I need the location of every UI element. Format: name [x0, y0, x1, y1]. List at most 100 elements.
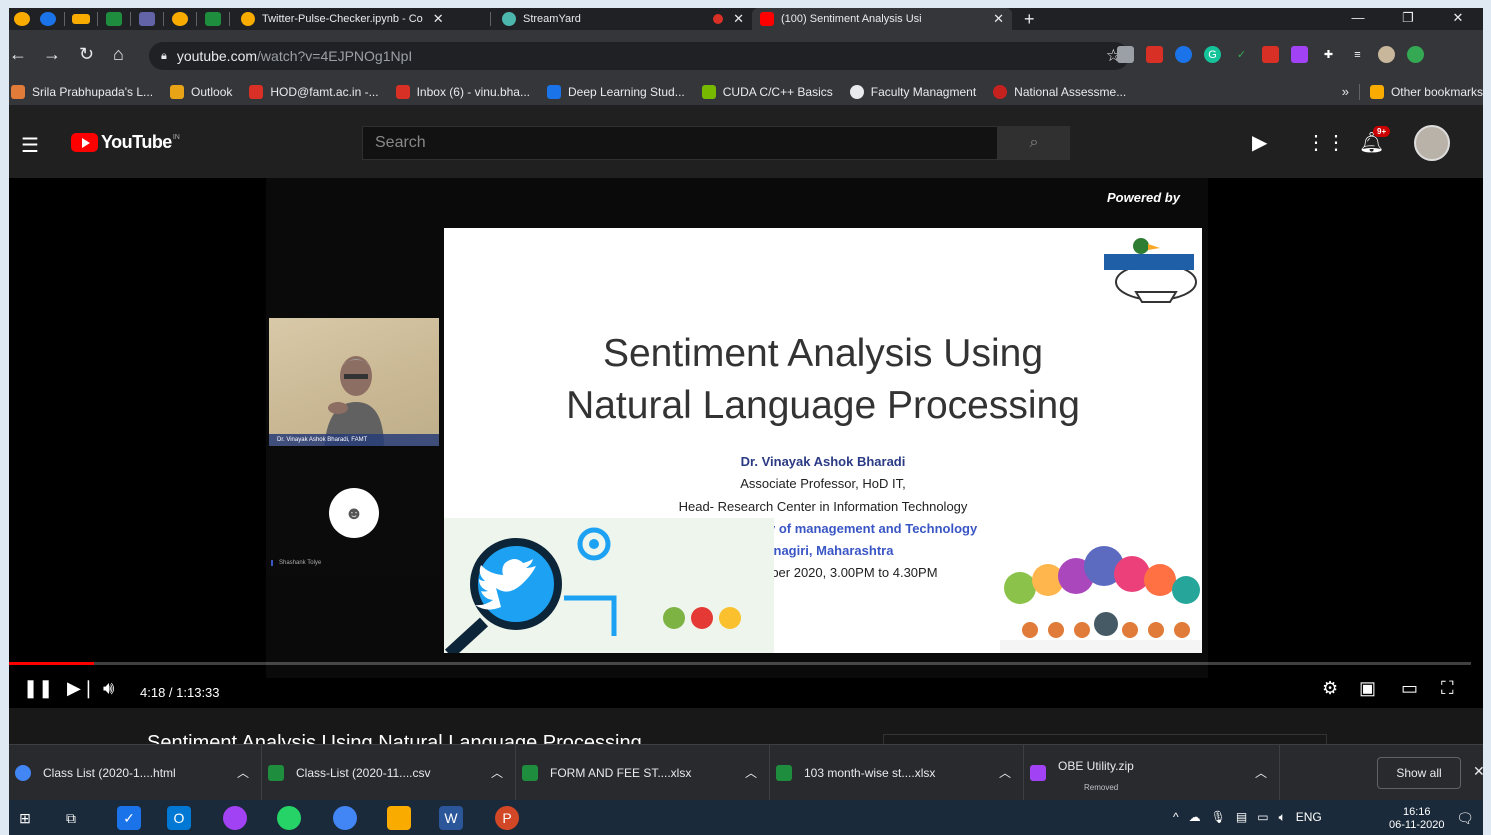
word-app-icon[interactable]: W — [439, 806, 463, 830]
close-icon[interactable]: ✕ — [433, 11, 444, 27]
pinned-tab-emoji[interactable] — [9, 8, 35, 30]
pinned-tab-emoji-2[interactable] — [167, 8, 193, 30]
tab-youtube[interactable]: (100) Sentiment Analysis Usi ✕ — [752, 8, 1012, 30]
task-view-icon[interactable]: ⧉ — [59, 806, 83, 830]
whatsapp-app-icon[interactable] — [277, 806, 301, 830]
volume-icon[interactable]: 🔊︎ — [103, 678, 114, 699]
bookmark-item[interactable]: Outlook — [170, 84, 232, 99]
tab-colab-notebook[interactable]: Twitter-Pulse-Checker.ipynb - Co ✕ — [233, 8, 487, 30]
minimize-icon[interactable]: — — [1333, 8, 1383, 30]
microphone-icon[interactable]: 🎙︎ — [1211, 810, 1226, 825]
next-video-icon[interactable]: ▶︎❘ — [67, 678, 96, 699]
extension-icon[interactable] — [1175, 46, 1192, 63]
download-item[interactable]: OBE Utility.zip Removed ︿ — [1024, 744, 1280, 801]
chevron-up-icon[interactable]: ︿ — [745, 764, 757, 781]
search-button[interactable]: ⌕ — [998, 126, 1070, 160]
menu-icon[interactable]: ☰ — [21, 133, 39, 158]
bookmark-label: Srila Prabhupada's L... — [32, 84, 154, 99]
bookmark-item[interactable]: Srila Prabhupada's L... — [11, 84, 154, 99]
other-bookmarks[interactable]: Other bookmarks — [1369, 84, 1483, 99]
pinned-tab-sheets-2[interactable] — [200, 8, 226, 30]
powerpoint-app-icon[interactable]: P — [495, 806, 519, 830]
video-player[interactable]: Powered by Sentiment Analysis Using Natu… — [9, 178, 1483, 708]
extension-icon[interactable] — [1146, 46, 1163, 63]
create-video-icon[interactable]: ▶︎ — [1252, 130, 1267, 155]
windows-start-icon[interactable]: ⊞ — [13, 806, 37, 830]
firefox-app-icon[interactable] — [223, 806, 247, 830]
reading-list-icon[interactable]: ≡ — [1349, 46, 1366, 63]
speaker-icon[interactable]: 🔈︎ — [1279, 810, 1286, 825]
tab-streamyard[interactable]: StreamYard ✕ — [494, 8, 752, 30]
show-all-button[interactable]: Show all — [1377, 757, 1461, 789]
presentation-slide: Sentiment Analysis Using Natural Languag… — [444, 228, 1202, 653]
presenter-video-image — [324, 356, 384, 446]
apps-grid-icon[interactable]: ⋮⋮ — [1306, 130, 1346, 155]
outlook-app-icon[interactable]: O — [167, 806, 191, 830]
bookmark-item[interactable]: National Assessme... — [993, 84, 1126, 99]
bookmark-item[interactable]: CUDA C/C++ Basics — [701, 84, 833, 99]
pinned-tab-teams[interactable] — [134, 8, 160, 30]
file-explorer-icon[interactable] — [387, 806, 411, 830]
network-icon[interactable]: ▤ — [1236, 810, 1247, 825]
profile-avatar-icon[interactable] — [1378, 46, 1395, 63]
theater-mode-icon[interactable]: ▭ — [1401, 678, 1418, 699]
globe-icon — [849, 84, 864, 99]
youtube-wordmark: YouTube — [101, 132, 172, 152]
bookmarks-overflow-button[interactable]: » — [1342, 84, 1349, 99]
bookmark-item[interactable]: Deep Learning Stud... — [546, 84, 685, 99]
extension-icon[interactable] — [1407, 46, 1424, 63]
youtube-logo[interactable]: YouTube IN — [71, 132, 180, 153]
avatar[interactable] — [1414, 125, 1450, 161]
download-item[interactable]: Class List (2020-1....html ︿ — [9, 744, 262, 801]
clock[interactable]: 16:16 06-11-2020 — [1389, 806, 1444, 832]
bookmark-item[interactable]: Inbox (6) - vinu.bha... — [395, 84, 530, 99]
close-icon[interactable]: ✕ — [733, 11, 744, 27]
download-item[interactable]: Class-List (2020-11....csv ︿ — [262, 744, 516, 801]
bookmark-item[interactable]: HOD@famt.ac.in -... — [249, 84, 379, 99]
settings-gear-icon[interactable]: ⚙ — [1322, 678, 1338, 699]
chevron-up-icon[interactable]: ^ — [1173, 810, 1179, 825]
extension-icon[interactable] — [1262, 46, 1279, 63]
restore-icon[interactable]: ❐ — [1383, 8, 1433, 30]
back-arrow-icon[interactable]: ← — [9, 44, 27, 65]
pause-icon[interactable]: ❚❚ — [23, 678, 53, 699]
chrome-app-icon[interactable] — [333, 806, 357, 830]
language-indicator[interactable]: ENG — [1296, 810, 1322, 825]
display-icon[interactable]: ▭ — [1257, 810, 1268, 825]
extension-icon[interactable] — [1117, 46, 1134, 63]
todo-app-icon[interactable]: ✓ — [117, 806, 141, 830]
url-host: youtube.com — [176, 48, 258, 64]
download-item[interactable]: FORM AND FEE ST....xlsx ︿ — [516, 744, 770, 801]
notifications-icon[interactable]: 🗨︎ — [1453, 806, 1477, 830]
puzzle-extensions-icon[interactable]: ✚ — [1320, 46, 1337, 63]
new-tab-button[interactable]: + — [1012, 9, 1047, 30]
forward-arrow-icon[interactable]: → — [43, 44, 61, 65]
cloud-icon[interactable]: ☁ — [1189, 810, 1201, 825]
video-progress-bar[interactable] — [9, 662, 1471, 665]
fullscreen-icon[interactable]: ⛶ — [1441, 678, 1454, 699]
home-icon[interactable]: ⌂ — [113, 44, 124, 65]
reload-icon[interactable]: ↻ — [79, 44, 94, 65]
chevron-up-icon[interactable]: ︿ — [491, 764, 503, 781]
download-item[interactable]: 103 month-wise st....xlsx ︿ — [770, 744, 1024, 801]
address-bar[interactable]: 🔒︎ youtube.com /watch?v=4EJPNOg1NpI ☆ — [149, 42, 1129, 70]
close-icon[interactable]: ✕ — [1473, 763, 1483, 780]
check-extension-icon[interactable]: ✓ — [1233, 46, 1250, 63]
pinned-tab-chat[interactable] — [35, 8, 61, 30]
pinned-tab-sheets[interactable] — [101, 8, 127, 30]
pinned-tab-colab[interactable] — [68, 8, 94, 30]
close-window-icon[interactable]: ✕ — [1433, 8, 1483, 30]
chevron-up-icon[interactable]: ︿ — [237, 764, 249, 781]
bookmark-item[interactable]: Faculty Managment — [849, 84, 976, 99]
close-icon[interactable]: ✕ — [993, 11, 1004, 27]
bookmark-icon — [993, 84, 1008, 99]
chevron-up-icon[interactable]: ︿ — [1255, 764, 1267, 781]
extension-icon[interactable] — [1291, 46, 1308, 63]
search-input[interactable]: Search — [362, 126, 998, 160]
miniplayer-icon[interactable]: ▣ — [1359, 678, 1376, 699]
chevron-up-icon[interactable]: ︿ — [999, 764, 1011, 781]
grammarly-icon[interactable]: G — [1204, 46, 1221, 63]
download-filename: Class List (2020-1....html — [43, 765, 176, 780]
browser-tab-strip: Twitter-Pulse-Checker.ipynb - Co ✕ Strea… — [9, 8, 1483, 30]
lock-icon[interactable]: 🔒︎ — [161, 50, 167, 63]
